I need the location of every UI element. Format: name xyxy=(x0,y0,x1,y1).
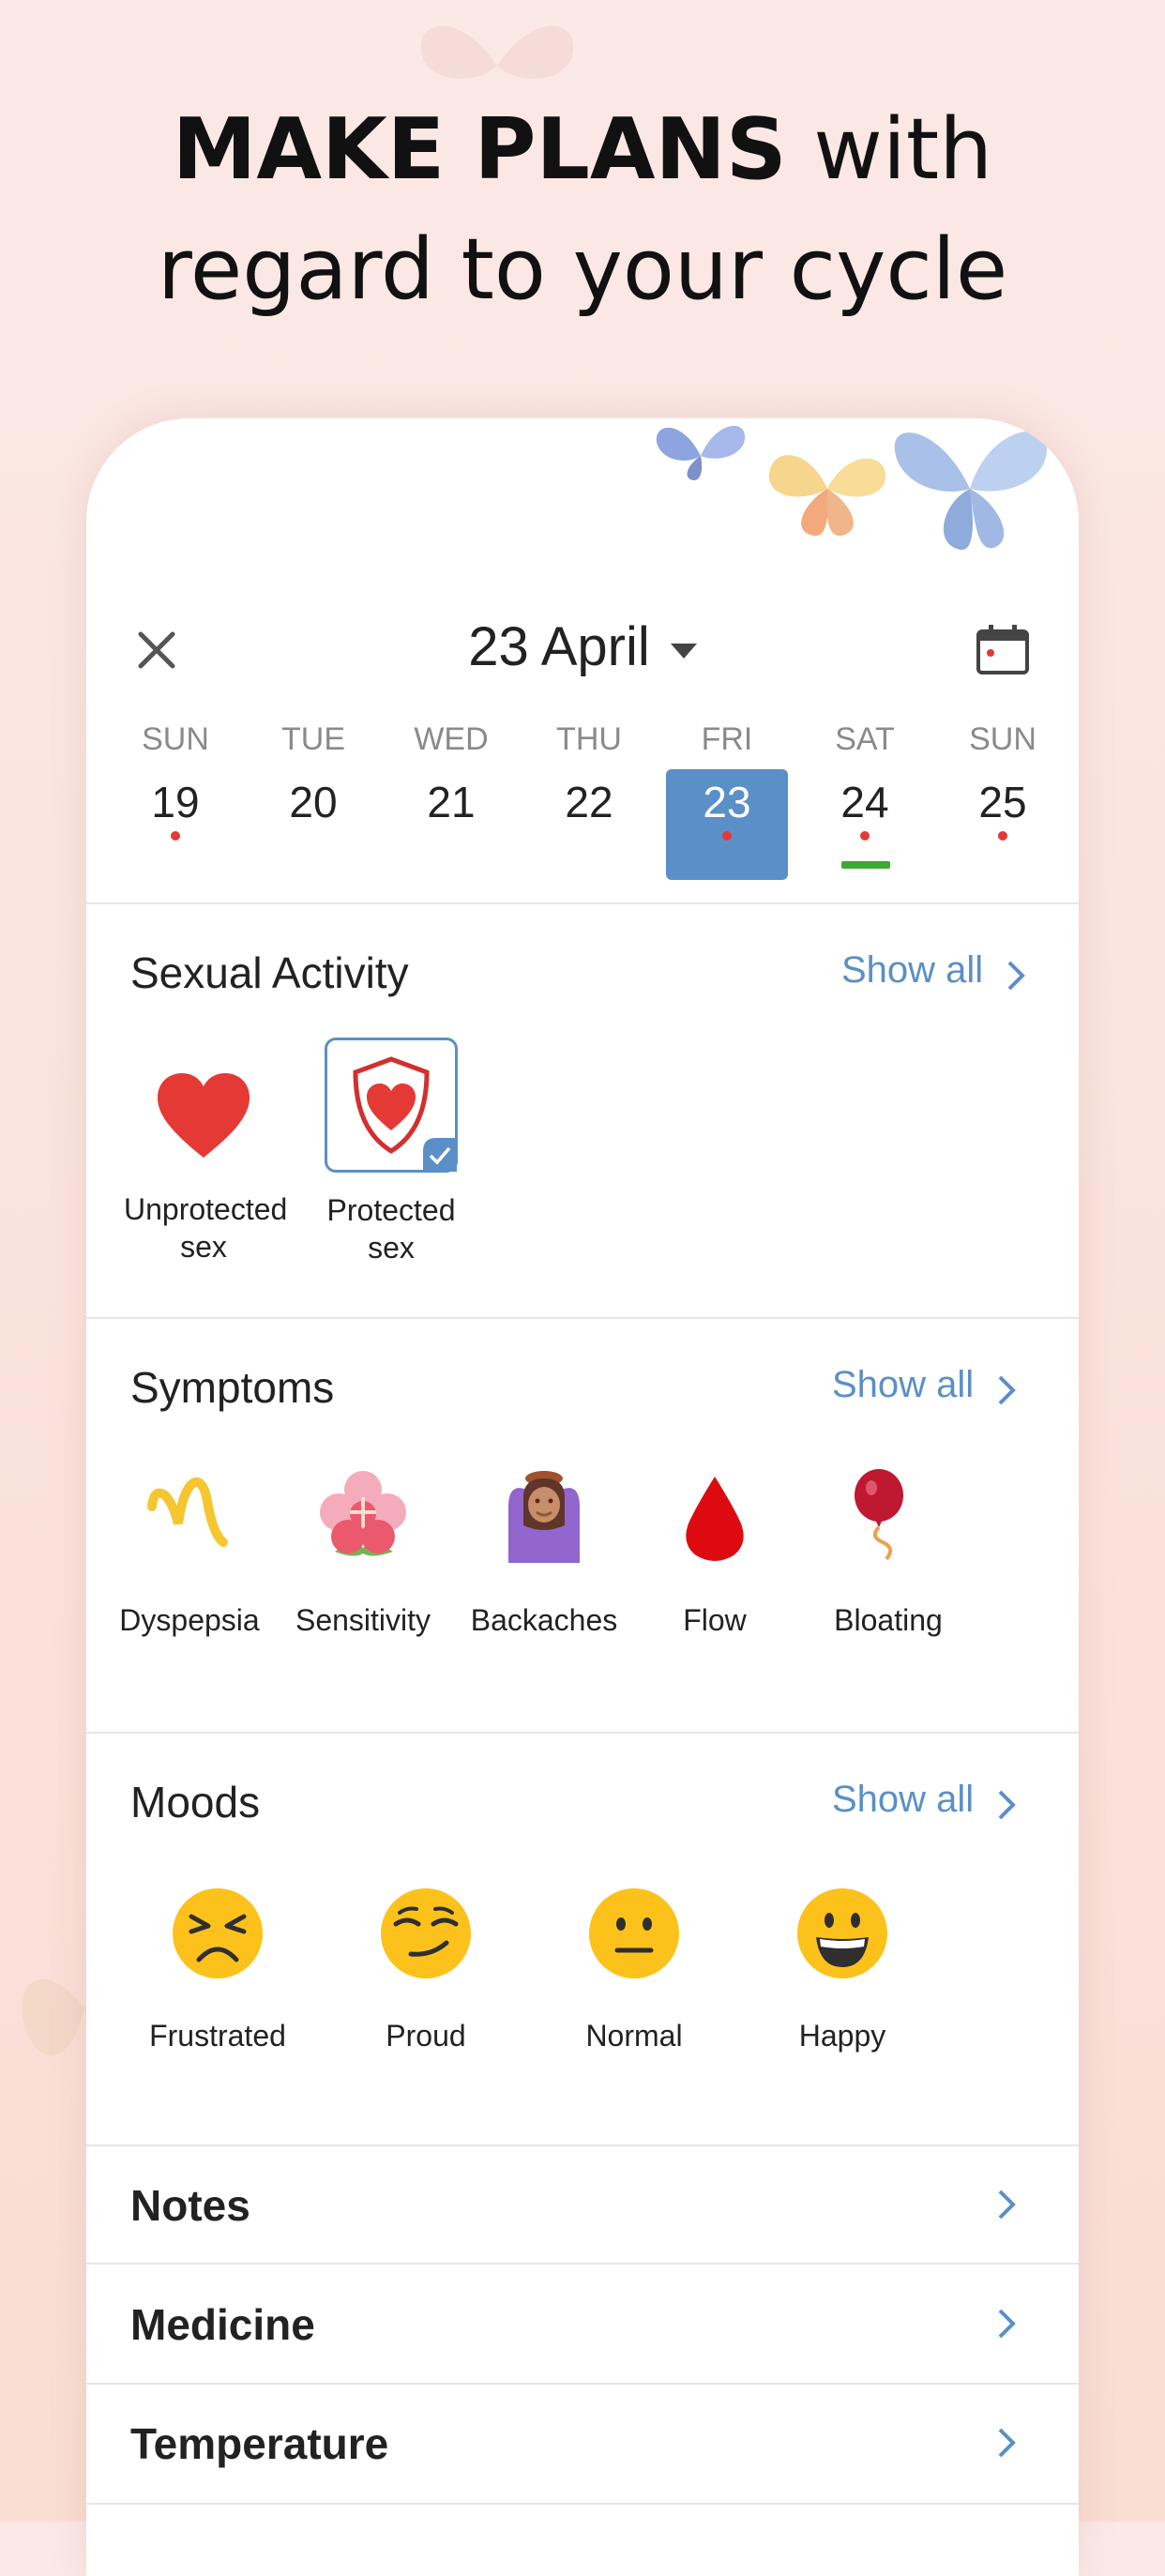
mood-label: Happy xyxy=(798,2019,886,2053)
day-name: WED xyxy=(414,721,489,757)
row-title-temperature: Temperature xyxy=(130,2419,389,2468)
day-cell[interactable]: SAT 24 xyxy=(804,720,926,869)
today-underline xyxy=(841,861,890,869)
day-cell-selected[interactable]: FRI 23 xyxy=(666,720,788,880)
show-all-moods[interactable]: Show all xyxy=(832,1779,974,1821)
symptom-label: Flow xyxy=(683,1603,747,1637)
caret-down-icon xyxy=(670,643,697,659)
row-title-medicine: Medicine xyxy=(130,2300,315,2349)
day-date: 19 xyxy=(151,778,200,826)
period-dot xyxy=(722,831,732,841)
month-selector[interactable]: 23 April xyxy=(86,615,1079,678)
option-label: Protected xyxy=(326,1193,456,1227)
chevron-right-icon xyxy=(998,2428,1016,2458)
day-date: 20 xyxy=(289,778,338,826)
check-badge-icon xyxy=(423,1138,457,1172)
butterfly-icon xyxy=(656,425,746,480)
divider xyxy=(86,1732,1079,1734)
drop-icon xyxy=(686,1477,744,1561)
frustrated-face-icon xyxy=(173,1888,263,1978)
divider xyxy=(86,2144,1079,2146)
row-title-notes: Notes xyxy=(130,2181,250,2230)
mood-proud[interactable]: Proud xyxy=(346,1887,506,2054)
neutral-face-icon xyxy=(589,1888,679,1978)
period-dot xyxy=(171,831,180,841)
chevron-right-icon[interactable] xyxy=(996,1788,1017,1822)
option-protected-sex[interactable]: Protected sex xyxy=(311,1038,471,1266)
chevron-right-icon xyxy=(998,2190,1016,2220)
symptom-label: Bloating xyxy=(834,1603,943,1637)
butterfly-icon xyxy=(894,431,1048,551)
day-name: FRI xyxy=(701,721,753,757)
section-title-moods: Moods xyxy=(130,1778,261,1826)
symptom-label: Sensitivity xyxy=(295,1603,431,1637)
option-label: Unprotected xyxy=(124,1192,288,1226)
day-name: SUN xyxy=(969,721,1036,757)
mood-happy[interactable]: Happy xyxy=(763,1887,922,2054)
week-strip: SUN 19 TUE 20 WED 21 THU 22 FRI 23 SAT 2… xyxy=(114,720,1052,880)
divider xyxy=(86,1317,1079,1319)
headline-bold: MAKE PLANS xyxy=(172,100,787,199)
selected-frame xyxy=(325,1038,458,1173)
headline-rest: with xyxy=(786,100,993,199)
person-icon xyxy=(508,1471,580,1563)
day-name: THU xyxy=(556,721,622,757)
period-dot xyxy=(860,831,870,841)
symptom-label: Dyspepsia xyxy=(119,1603,260,1637)
day-date: 22 xyxy=(565,778,613,826)
day-detail-card: 23 April SUN 19 TUE 20 WED 21 THU 22 FRI… xyxy=(86,418,1079,2576)
day-cell[interactable]: WED 21 xyxy=(390,720,512,831)
option-label: sex xyxy=(180,1230,227,1264)
flower-icon xyxy=(320,1471,406,1556)
butterfly-icon xyxy=(768,455,886,537)
chevron-right-icon xyxy=(998,2309,1016,2339)
heart-icon xyxy=(158,1073,250,1158)
chevron-right-icon[interactable] xyxy=(1006,959,1026,993)
mood-frustrated[interactable]: Frustrated xyxy=(138,1887,297,2054)
day-name: SUN xyxy=(142,721,209,757)
symptom-label: Backaches xyxy=(470,1603,618,1637)
show-all-sexual-activity[interactable]: Show all xyxy=(841,949,983,992)
symptom-flow[interactable]: Flow xyxy=(644,1469,785,1639)
happy-face-icon xyxy=(797,1888,887,1978)
headline-line2: regard to your cycle xyxy=(157,220,1008,319)
balloon-icon xyxy=(855,1469,903,1561)
mood-normal[interactable]: Normal xyxy=(554,1887,714,2054)
month-label: 23 April xyxy=(468,616,650,677)
divider xyxy=(86,2263,1079,2265)
day-cell[interactable]: THU 22 xyxy=(528,720,650,831)
period-dot xyxy=(998,831,1007,841)
divider xyxy=(86,2383,1079,2385)
day-cell[interactable]: TUE 20 xyxy=(252,720,374,831)
day-cell[interactable]: SUN 25 xyxy=(942,720,1064,841)
day-cell[interactable]: SUN 19 xyxy=(114,720,236,841)
symptom-backaches[interactable]: Backaches xyxy=(455,1469,633,1639)
section-title-symptoms: Symptoms xyxy=(130,1363,335,1412)
mood-label: Frustrated xyxy=(149,2019,286,2053)
squiggle-icon xyxy=(147,1477,228,1547)
option-unprotected-sex[interactable]: Unprotected sex xyxy=(124,1038,288,1265)
smirk-face-icon xyxy=(381,1888,471,1978)
symptom-bloating[interactable]: Bloating xyxy=(809,1469,968,1639)
day-date: 24 xyxy=(840,778,889,826)
divider xyxy=(86,902,1079,904)
chevron-right-icon[interactable] xyxy=(996,1373,1017,1407)
mood-label: Proud xyxy=(386,2019,466,2053)
show-all-symptoms[interactable]: Show all xyxy=(832,1364,974,1406)
day-name: SAT xyxy=(835,721,895,757)
day-date: 21 xyxy=(427,778,476,826)
section-title-sexual-activity: Sexual Activity xyxy=(130,948,409,997)
symptom-dyspepsia[interactable]: Dyspepsia xyxy=(110,1469,269,1639)
symptom-sensitivity[interactable]: Sensitivity xyxy=(283,1469,443,1639)
mood-label: Normal xyxy=(585,2019,683,2053)
day-name: TUE xyxy=(281,721,345,757)
calendar-button[interactable] xyxy=(976,625,1030,675)
divider xyxy=(86,2503,1079,2505)
day-date: 23 xyxy=(703,778,751,826)
option-label: sex xyxy=(368,1231,415,1265)
day-date: 25 xyxy=(978,778,1027,826)
